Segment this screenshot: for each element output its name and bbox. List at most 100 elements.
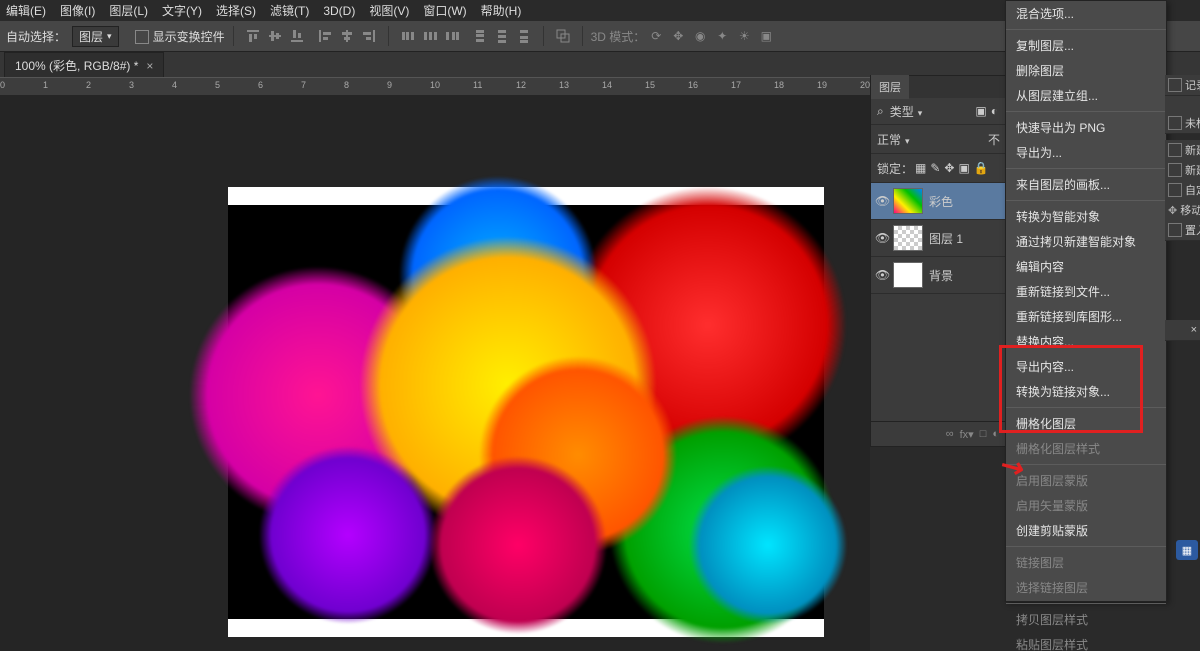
- 3d-pan-icon[interactable]: ✥: [669, 27, 687, 45]
- layer-fx-icon[interactable]: fx▾: [960, 428, 974, 441]
- 3d-camera-icon[interactable]: ▣: [757, 27, 775, 45]
- link-layers-icon[interactable]: ∞: [946, 428, 954, 440]
- close-icon[interactable]: ×: [1191, 324, 1197, 336]
- annotation-highlight-box: [999, 345, 1143, 433]
- context-menu-item[interactable]: 混合选项...: [1006, 1, 1166, 26]
- menu-item[interactable]: 文字(Y): [162, 2, 202, 19]
- separator: [388, 26, 389, 46]
- document-canvas[interactable]: [228, 187, 824, 637]
- context-menu-item[interactable]: 复制图层...: [1006, 33, 1166, 58]
- layer-item[interactable]: 👁 背景: [871, 257, 1006, 294]
- layer-thumbnail[interactable]: [893, 262, 923, 288]
- layer-thumbnail[interactable]: [893, 225, 923, 251]
- context-menu-item[interactable]: 来自图层的画板...: [1006, 172, 1166, 197]
- layer-thumbnail[interactable]: [893, 188, 923, 214]
- chevron-down-icon: ▾: [905, 136, 910, 146]
- panel-icon: [1168, 143, 1182, 157]
- layer-name[interactable]: 彩色: [929, 193, 953, 210]
- filter-type-dropdown[interactable]: 类型▾: [886, 103, 927, 120]
- right-panel-item[interactable]: 未标: [1165, 113, 1200, 133]
- right-panel-item[interactable]: 自定: [1165, 180, 1200, 200]
- menu-item[interactable]: 窗口(W): [423, 2, 466, 19]
- right-panel-grid-button[interactable]: ▦: [1176, 540, 1198, 560]
- menu-item[interactable]: 选择(S): [216, 2, 256, 19]
- filter-adjust-icon[interactable]: ◐: [991, 104, 998, 118]
- distribute-h2-icon[interactable]: [421, 27, 439, 45]
- align-vcenter-icon[interactable]: [266, 27, 284, 45]
- lock-brush-icon[interactable]: ✎: [930, 161, 940, 175]
- context-menu-item[interactable]: 编辑内容: [1006, 254, 1166, 279]
- visibility-icon[interactable]: 👁: [875, 268, 889, 282]
- layer-context-menu: 混合选项... 复制图层...删除图层从图层建立组... 快速导出为 PNG导出为.…: [1005, 0, 1167, 602]
- context-menu-item[interactable]: 快速导出为 PNG: [1006, 115, 1166, 140]
- lock-all-icon[interactable]: 🔒: [974, 161, 989, 175]
- context-menu-item[interactable]: 通过拷贝新建智能对象: [1006, 229, 1166, 254]
- close-icon[interactable]: ×: [146, 59, 153, 73]
- menu-item[interactable]: 图层(L): [109, 2, 148, 19]
- layer-mask-icon[interactable]: □: [980, 428, 987, 440]
- layer-item[interactable]: 👁 图层 1: [871, 220, 1006, 257]
- layer-name[interactable]: 图层 1: [929, 230, 963, 247]
- align-top-icon[interactable]: [244, 27, 262, 45]
- 3d-roll-icon[interactable]: ◉: [691, 27, 709, 45]
- distribute-h-icon[interactable]: [399, 27, 417, 45]
- lock-row: 锁定： ▦ ✎ ✥ ▣ 🔒: [871, 154, 1006, 183]
- ruler-mark: 5: [215, 80, 220, 90]
- distribute-v3-icon[interactable]: [515, 27, 533, 45]
- layers-tab[interactable]: 图层: [871, 75, 909, 99]
- menu-item[interactable]: 滤镜(T): [270, 2, 309, 19]
- canvas-area: [0, 95, 870, 651]
- align-left-icon[interactable]: [316, 27, 334, 45]
- 3d-light-icon[interactable]: ☀: [735, 27, 753, 45]
- adjustment-layer-icon[interactable]: ◐: [992, 428, 999, 440]
- grid-icon: ▦: [1182, 544, 1192, 557]
- align-right-icon[interactable]: [360, 27, 378, 45]
- chevron-down-icon: ▾: [918, 108, 923, 118]
- 3d-scale-icon[interactable]: ✦: [713, 27, 731, 45]
- move-icon: ✥: [1168, 204, 1177, 217]
- right-panel-close[interactable]: ×: [1165, 320, 1200, 340]
- panel-icon: [1168, 116, 1182, 130]
- menu-item[interactable]: 图像(I): [60, 2, 95, 19]
- ruler-mark: 9: [387, 80, 392, 90]
- 3d-orbit-icon[interactable]: ⟳: [647, 27, 665, 45]
- document-tab[interactable]: 100% (彩色, RGB/8#) * ×: [4, 52, 164, 78]
- distribute-h3-icon[interactable]: [443, 27, 461, 45]
- separator: [1006, 200, 1166, 201]
- align-bottom-icon[interactable]: [288, 27, 306, 45]
- menu-item[interactable]: 3D(D): [323, 4, 355, 18]
- context-menu-item[interactable]: 转换为智能对象: [1006, 204, 1166, 229]
- context-menu-item[interactable]: 重新链接到库图形...: [1006, 304, 1166, 329]
- separator: [543, 26, 544, 46]
- context-menu-item[interactable]: 重新链接到文件...: [1006, 279, 1166, 304]
- right-panel-item[interactable]: 新建: [1165, 160, 1200, 180]
- visibility-icon[interactable]: 👁: [875, 231, 889, 245]
- align-hcenter-icon[interactable]: [338, 27, 356, 45]
- lock-position-icon[interactable]: ✥: [944, 161, 954, 175]
- layer-item[interactable]: 👁 彩色: [871, 183, 1006, 220]
- context-menu-item[interactable]: 从图层建立组...: [1006, 83, 1166, 108]
- auto-select-dropdown[interactable]: 图层▾: [72, 26, 119, 47]
- show-transform-checkbox[interactable]: 显示变换控件: [135, 28, 225, 45]
- filter-image-icon[interactable]: ▣: [975, 104, 986, 118]
- right-panel-item[interactable]: ✥移动: [1165, 200, 1200, 220]
- right-panel-item[interactable]: 新建: [1165, 140, 1200, 160]
- context-menu-item[interactable]: 创建剪贴蒙版: [1006, 518, 1166, 543]
- lock-artboard-icon[interactable]: ▣: [958, 161, 969, 175]
- distribute-v-icon[interactable]: [471, 27, 489, 45]
- menu-item[interactable]: 编辑(E): [6, 2, 46, 19]
- ruler-mark: 2: [86, 80, 91, 90]
- lock-pixels-icon[interactable]: ▦: [915, 161, 926, 175]
- right-panel-history[interactable]: 记录: [1165, 75, 1200, 113]
- blend-mode-dropdown[interactable]: 正常▾: [877, 131, 984, 148]
- menu-item[interactable]: 视图(V): [369, 2, 409, 19]
- layer-name[interactable]: 背景: [929, 267, 953, 284]
- visibility-icon[interactable]: 👁: [875, 194, 889, 208]
- distribute-v2-icon[interactable]: [493, 27, 511, 45]
- right-panel-item[interactable]: 置入: [1165, 220, 1200, 240]
- menu-item[interactable]: 帮助(H): [481, 2, 522, 19]
- mode-3d-label: 3D 模式：: [591, 28, 646, 45]
- context-menu-item[interactable]: 删除图层: [1006, 58, 1166, 83]
- context-menu-item[interactable]: 导出为...: [1006, 140, 1166, 165]
- overlap-icon[interactable]: [554, 27, 572, 45]
